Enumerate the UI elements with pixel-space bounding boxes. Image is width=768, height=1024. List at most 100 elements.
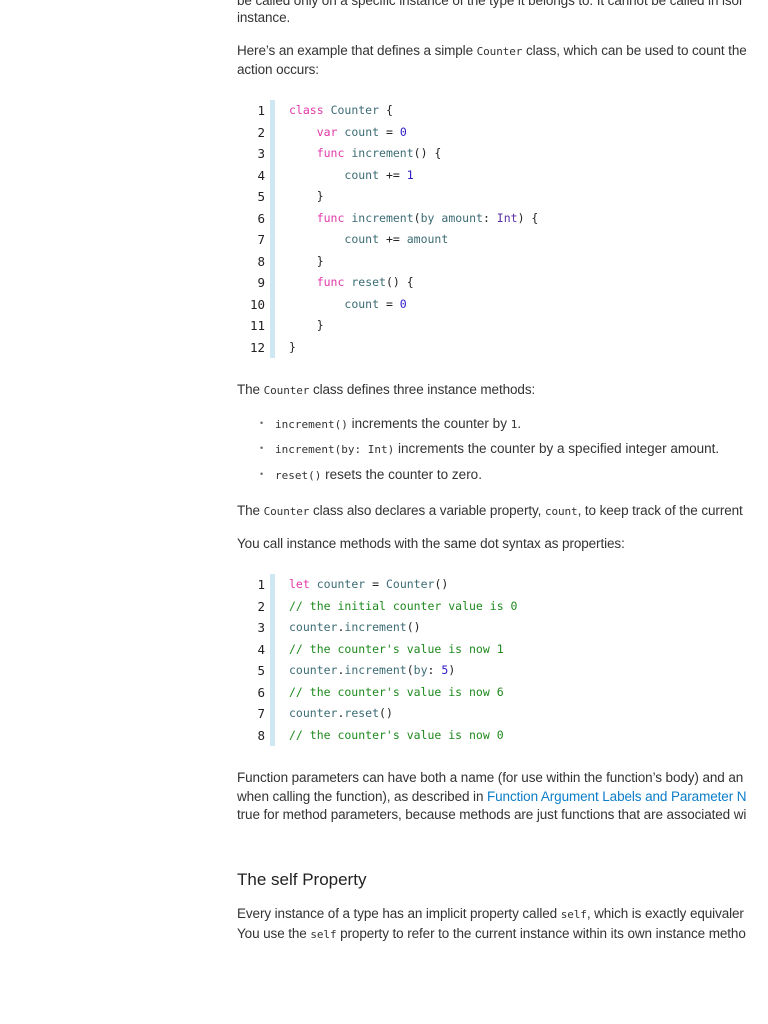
line-number: 3 xyxy=(257,146,265,161)
code-text: } xyxy=(289,186,324,208)
code-text: count += 1 xyxy=(289,165,414,187)
code-token: = xyxy=(379,124,400,139)
code-token: class xyxy=(289,103,324,117)
code-token: ( xyxy=(413,210,421,225)
code-token: counter xyxy=(289,706,338,720)
code-token: count xyxy=(344,167,380,182)
code-token: () { xyxy=(385,275,414,289)
code-token: increment xyxy=(344,663,407,677)
line-number: 11 xyxy=(249,318,265,333)
code-text: // the counter's value is now 6 xyxy=(289,682,504,704)
code-text: counter.increment() xyxy=(289,617,421,639)
code-token: by xyxy=(413,663,428,677)
code-token: func xyxy=(316,275,345,289)
line-number: 7 xyxy=(257,706,265,721)
list-item: reset() resets the counter to zero. xyxy=(260,465,482,485)
code-token: by xyxy=(420,210,435,225)
code-token: increment xyxy=(344,620,407,634)
code-token: reset xyxy=(344,706,380,720)
line-number: 6 xyxy=(257,684,265,700)
code-token: func xyxy=(316,146,345,160)
code-token: count xyxy=(344,232,380,246)
code-text: count += amount xyxy=(289,229,448,251)
code-token: 1 xyxy=(406,167,414,182)
paragraph-text: true for method parameters, because meth… xyxy=(237,807,747,822)
code-token: counter xyxy=(316,577,366,591)
text: . xyxy=(517,416,522,431)
code-token: ( xyxy=(406,663,414,677)
code-token: Counter xyxy=(385,577,435,591)
code-text: } xyxy=(289,251,324,273)
paragraph-text: The Counter class defines three instance… xyxy=(237,380,535,400)
code-token: += xyxy=(379,232,407,246)
code-token: increment xyxy=(351,146,414,160)
text: Every instance of a type has an implicit… xyxy=(237,906,561,921)
text: property to refer to the current instanc… xyxy=(336,926,746,941)
code-text: } xyxy=(289,315,324,337)
line-number: 5 xyxy=(257,189,265,204)
function-argument-labels-link[interactable]: Function Argument Labels and Parameter N xyxy=(487,789,747,804)
line-number: 10 xyxy=(249,296,265,312)
line-number: 8 xyxy=(257,727,265,743)
paragraph-text: Here’s an example that defines a simple … xyxy=(237,41,747,61)
code-text: counter.reset() xyxy=(289,703,393,725)
code-text: var count = 0 xyxy=(289,122,407,144)
code-token: } xyxy=(289,189,324,203)
text: You use the xyxy=(237,926,311,941)
code-text: counter.increment(by: 5) xyxy=(289,660,455,682)
code-token: () xyxy=(379,706,393,720)
line-number: 6 xyxy=(257,210,265,226)
inline-code: self xyxy=(560,908,587,921)
code-token: () xyxy=(434,577,449,591)
code-text: } xyxy=(289,337,296,359)
code-text: // the initial counter value is 0 xyxy=(289,596,517,618)
text: class, which can be used to count the xyxy=(522,43,747,58)
paragraph-text: You call instance methods with the same … xyxy=(237,536,625,551)
code-token: // the initial counter value is 0 xyxy=(289,598,518,613)
code-token: = xyxy=(365,577,386,591)
code-token: } xyxy=(289,318,324,332)
code-text: func increment(by amount: Int) { xyxy=(289,208,539,230)
code-token: () { xyxy=(413,146,442,160)
section-heading: The self Property xyxy=(237,870,367,889)
inline-code: increment(by: Int) xyxy=(275,443,395,456)
code-token: reset xyxy=(351,275,386,289)
line-number: 8 xyxy=(257,253,265,269)
code-token: // the counter's value is now 1 xyxy=(289,641,504,656)
code-text: // the counter's value is now 0 xyxy=(289,725,504,747)
inline-code: increment() xyxy=(275,418,348,431)
text: when calling the function), as described… xyxy=(237,789,487,804)
line-number: 5 xyxy=(257,663,265,678)
code-token: increment xyxy=(351,210,414,225)
inline-code: self xyxy=(310,928,337,941)
line-number: 1 xyxy=(257,103,265,118)
code-token: 0 xyxy=(399,124,407,139)
code-token: : xyxy=(427,663,442,677)
code-token: // the counter's value is now 6 xyxy=(289,684,504,699)
code-token: Int xyxy=(496,210,518,225)
paragraph-text: be called only on a specific instance of… xyxy=(237,0,742,8)
code-token: { xyxy=(379,103,393,117)
text: class also declares a variable property, xyxy=(309,503,545,518)
code-text: let counter = Counter() xyxy=(289,574,448,596)
code-token: // the counter's value is now 0 xyxy=(289,727,504,742)
line-number: 2 xyxy=(257,598,265,614)
code-text: count = 0 xyxy=(289,294,406,316)
line-number: 4 xyxy=(257,167,265,183)
line-number: 4 xyxy=(257,641,265,657)
code-token: : xyxy=(482,210,497,225)
line-number: 3 xyxy=(257,620,265,635)
code-token: let xyxy=(289,577,310,591)
code-token: var xyxy=(316,124,338,139)
line-number: 9 xyxy=(257,275,265,290)
code-token: } xyxy=(289,339,296,354)
paragraph-text: action occurs: xyxy=(237,62,319,77)
text: increments the counter by xyxy=(347,416,511,431)
code-token: amount xyxy=(406,232,449,246)
inline-code: Counter xyxy=(476,45,523,58)
